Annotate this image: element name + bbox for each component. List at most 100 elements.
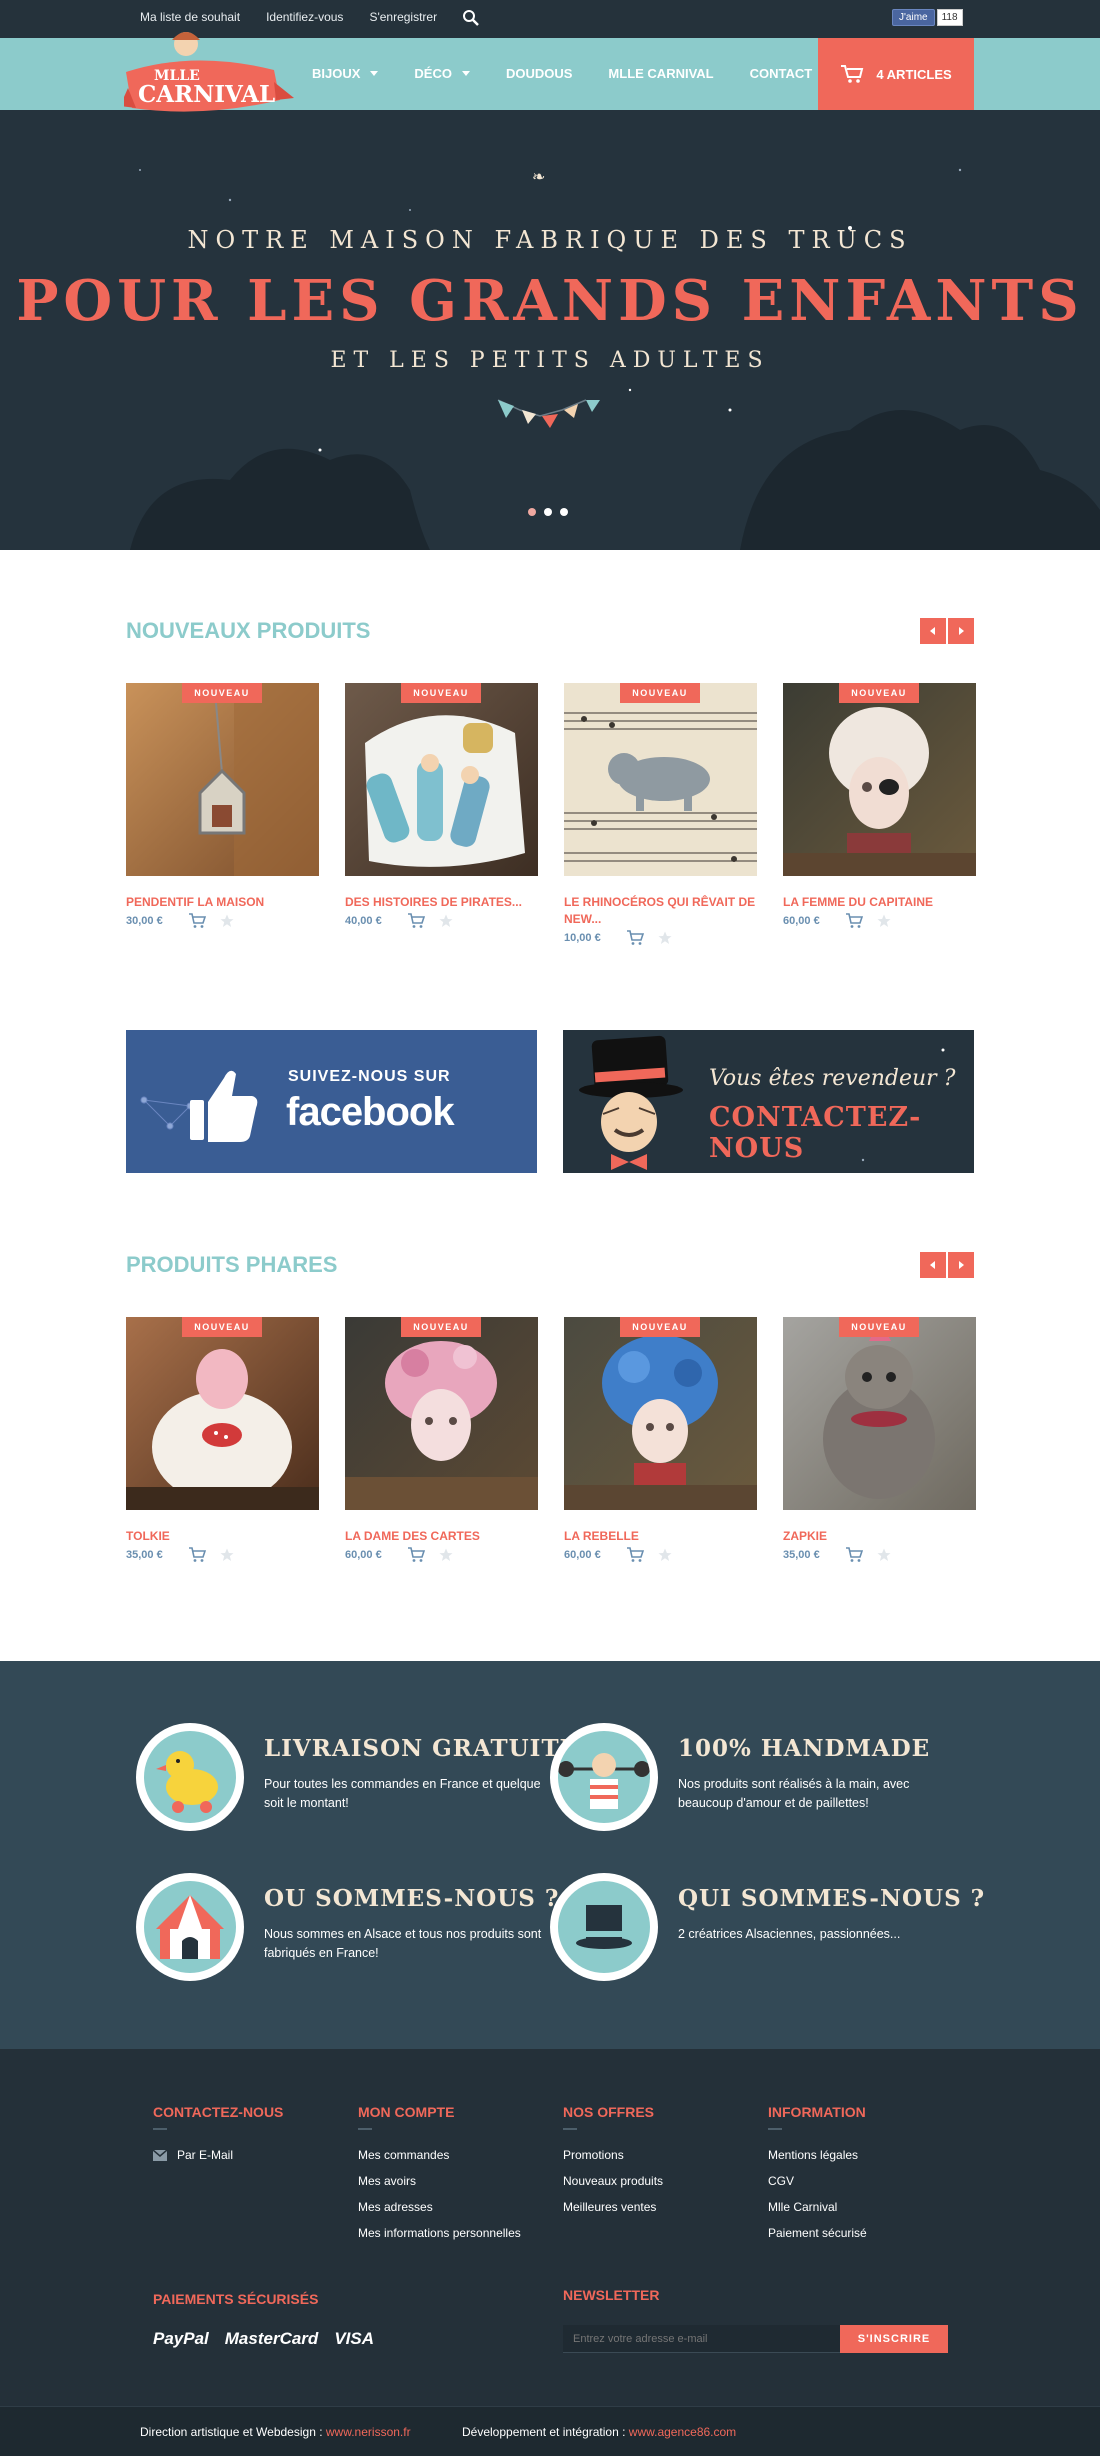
add-to-cart-icon[interactable]	[407, 913, 425, 929]
slider-dots	[528, 508, 568, 516]
slider-dot[interactable]	[544, 508, 552, 516]
next-arrow-button[interactable]	[948, 618, 974, 644]
footer-link[interactable]: Mlle Carnival	[768, 2200, 968, 2214]
add-to-cart-icon[interactable]	[188, 913, 206, 929]
product-name[interactable]: LA REBELLE	[564, 1528, 757, 1545]
next-arrow-button[interactable]	[948, 1252, 974, 1278]
newsletter-title: NEWSLETTER	[563, 2287, 660, 2303]
product-name[interactable]: ZAPKIE	[783, 1528, 976, 1545]
product-card[interactable]: NOUVEAU DES HISTOIRES DE PIRATES... 40,0…	[345, 683, 538, 946]
product-name[interactable]: LA DAME DES CARTES	[345, 1528, 538, 1545]
product-name[interactable]: PENDENTIF LA MAISON	[126, 894, 319, 911]
product-image[interactable]: NOUVEAU	[783, 1317, 976, 1510]
subscribe-button[interactable]: S'INSCRIRE	[840, 2325, 948, 2353]
slider-dot[interactable]	[528, 508, 536, 516]
product-price: 35,00 €	[126, 1549, 163, 1561]
reseller-banner[interactable]: Vous êtes revendeur ? CONTACTEZ-NOUS	[563, 1030, 974, 1173]
product-name[interactable]: DES HISTOIRES DE PIRATES...	[345, 894, 538, 911]
newsletter-email-input[interactable]	[563, 2325, 840, 2353]
product-card[interactable]: NOUVEAU PENDENTIF LA MAISON 30,00 €	[126, 683, 319, 946]
hero-line3: ET LES PETITS ADULTES	[330, 348, 770, 373]
new-products-title: NOUVEAUX PRODUITS	[126, 618, 371, 643]
product-card[interactable]: NOUVEAU LA REBELLE 60,00 €	[564, 1317, 757, 1563]
prev-arrow-button[interactable]	[920, 1252, 946, 1278]
product-price: 30,00 €	[126, 915, 163, 927]
product-image[interactable]: NOUVEAU	[345, 683, 538, 876]
product-card[interactable]: NOUVEAU TOLKIE 35,00 €	[126, 1317, 319, 1563]
prev-arrow-button[interactable]	[920, 618, 946, 644]
footer-link[interactable]: Mes commandes	[358, 2148, 558, 2162]
wishlist-star-icon[interactable]	[220, 1548, 234, 1562]
mastercard-logo: MasterCard	[224, 2329, 319, 2348]
product-card[interactable]: NOUVEAU ZAPKIE 35,00 €	[783, 1317, 976, 1563]
product-name[interactable]: TOLKIE	[126, 1528, 319, 1545]
wishlist-star-icon[interactable]	[658, 1548, 672, 1562]
product-image[interactable]: NOUVEAU	[345, 1317, 538, 1510]
feature-text: Nous sommes en Alsace et tous nos produi…	[264, 1927, 542, 1960]
register-link[interactable]: S'enregistrer	[369, 10, 437, 24]
product-image[interactable]: NOUVEAU	[564, 683, 757, 876]
footer-link[interactable]: Promotions	[563, 2148, 763, 2162]
nav-bijoux[interactable]: BIJOUX	[312, 66, 379, 81]
facebook-banner[interactable]: SUIVEZ-NOUS SUR facebook	[126, 1030, 537, 1173]
fb-like-button[interactable]: J'aime	[892, 9, 935, 26]
wishlist-star-icon[interactable]	[439, 1548, 453, 1562]
footer: CONTACTEZ-NOUS Par E-Mail MON COMPTE Mes…	[0, 2049, 1100, 2406]
login-link[interactable]: Identifiez-vous	[266, 10, 343, 24]
product-name[interactable]: LE RHINOCÉROS QUI RÊVAIT DE NEW...	[564, 894, 757, 928]
add-to-cart-icon[interactable]	[845, 1547, 863, 1563]
footer-link[interactable]: Meilleures ventes	[563, 2200, 763, 2214]
add-to-cart-icon[interactable]	[626, 930, 644, 946]
product-image[interactable]: NOUVEAU	[783, 683, 976, 876]
product-card[interactable]: NOUVEAU LA DAME DES CARTES 60,00 €	[345, 1317, 538, 1563]
add-to-cart-icon[interactable]	[626, 1547, 644, 1563]
email-link[interactable]: Par E-Mail	[153, 2148, 353, 2162]
nav-doudous[interactable]: DOUDOUS	[506, 66, 572, 81]
add-to-cart-icon[interactable]	[188, 1547, 206, 1563]
product-price: 60,00 €	[345, 1549, 382, 1561]
footer-link[interactable]: Nouveaux produits	[563, 2174, 763, 2188]
footer-link[interactable]: Mes avoirs	[358, 2174, 558, 2188]
feature-free-shipping: LIVRAISON GRATUITE Pour toutes les comma…	[136, 1723, 577, 1833]
wishlist-star-icon[interactable]	[439, 914, 453, 928]
search-icon[interactable]	[462, 9, 480, 27]
top-hat-icon	[576, 1905, 632, 1949]
new-badge: NOUVEAU	[401, 683, 481, 703]
nav-contact[interactable]: CONTACT	[750, 66, 813, 81]
features-section: LIVRAISON GRATUITE Pour toutes les comma…	[0, 1661, 1100, 2049]
product-image[interactable]: NOUVEAU	[126, 1317, 319, 1510]
slider-dot[interactable]	[560, 508, 568, 516]
footer-link[interactable]: CGV	[768, 2174, 968, 2188]
logo-text-carnival: CARNIVAL	[138, 81, 275, 108]
footer-link[interactable]: Paiement sécurisé	[768, 2226, 968, 2240]
product-image[interactable]: NOUVEAU	[126, 683, 319, 876]
footer-link[interactable]: Mentions légales	[768, 2148, 968, 2162]
dev-credit-link[interactable]: www.agence86.com	[629, 2425, 736, 2439]
footer-link[interactable]: Mes adresses	[358, 2200, 558, 2214]
wishlist-star-icon[interactable]	[658, 931, 672, 945]
svg-text:❧: ❧	[532, 169, 545, 186]
footer-heading: INFORMATION	[768, 2104, 866, 2120]
wishlist-star-icon[interactable]	[877, 1548, 891, 1562]
footer-link[interactable]: Mes informations personnelles	[358, 2226, 558, 2240]
add-to-cart-icon[interactable]	[407, 1547, 425, 1563]
facebook-like-widget[interactable]: J'aime 118	[892, 9, 963, 26]
wishlist-link[interactable]: Ma liste de souhait	[140, 10, 240, 24]
site-logo[interactable]: MLLE CARNIVAL	[120, 28, 294, 136]
nav-deco[interactable]: DÉCO	[414, 66, 470, 81]
facebook-banner-line1: SUIVEZ-NOUS SUR	[288, 1068, 451, 1085]
add-to-cart-icon[interactable]	[845, 913, 863, 929]
hero-slider: ❧ NOTRE MAISON FABRIQUE DES TRUCS POUR L…	[0, 110, 1100, 550]
wishlist-star-icon[interactable]	[877, 914, 891, 928]
product-price: 60,00 €	[564, 1549, 601, 1561]
nav-mlle-carnival[interactable]: MLLE CARNIVAL	[608, 66, 713, 81]
cart-button[interactable]: 4 ARTICLES	[818, 38, 974, 110]
footer-heading: NOS OFFRES	[563, 2104, 655, 2120]
product-image[interactable]: NOUVEAU	[564, 1317, 757, 1510]
product-card[interactable]: NOUVEAU LA FEMME DU CAPITAINE 60,00 €	[783, 683, 976, 946]
product-name[interactable]: LA FEMME DU CAPITAINE	[783, 894, 976, 911]
wishlist-star-icon[interactable]	[220, 914, 234, 928]
product-card[interactable]: NOUVEAU LE RHINOCÉROS QUI RÊVAIT DE NEW.…	[564, 683, 757, 946]
design-credit-link[interactable]: www.nerisson.fr	[326, 2425, 411, 2439]
strongman-icon	[558, 1753, 650, 1809]
